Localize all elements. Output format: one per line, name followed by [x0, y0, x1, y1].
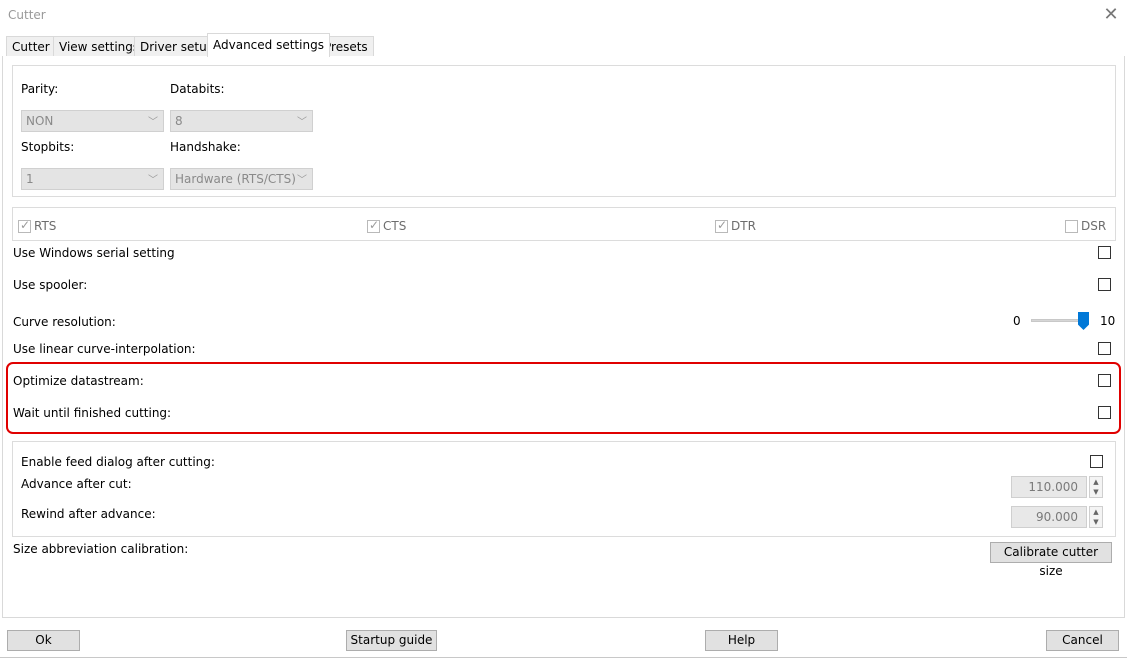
tab-advanced-settings[interactable]: Advanced settings — [207, 33, 330, 57]
advance-label: Advance after cut: — [21, 477, 132, 491]
enable-feed-checkbox[interactable] — [1090, 455, 1103, 468]
chevron-down-icon: ﹀ — [297, 175, 307, 186]
tab-view-settings[interactable]: View settings — [53, 36, 146, 57]
use-spooler-label: Use spooler: — [13, 278, 88, 292]
stopbits-select[interactable]: 1 ﹀ — [21, 168, 164, 190]
dsr-checkbox[interactable] — [1065, 220, 1078, 233]
wait-finished-label: Wait until finished cutting: — [13, 406, 172, 420]
cancel-button[interactable]: Cancel — [1046, 630, 1119, 651]
parity-label: Parity: — [21, 82, 59, 96]
cts-label: CTS — [383, 219, 407, 233]
rewind-label: Rewind after advance: — [21, 507, 156, 521]
rewind-stepper[interactable]: ▲ ▼ — [1089, 506, 1103, 528]
handshake-select[interactable]: Hardware (RTS/CTS) ﹀ — [170, 168, 313, 190]
stopbits-value: 1 — [26, 172, 34, 186]
handshake-label: Handshake: — [170, 140, 241, 154]
rts-checkbox[interactable] — [18, 218, 31, 233]
parity-value: NON — [26, 114, 54, 128]
title-bar — [0, 0, 1127, 31]
wait-finished-checkbox[interactable] — [1098, 406, 1111, 419]
advance-stepper[interactable]: ▲ ▼ — [1089, 476, 1103, 498]
chevron-down-icon: ﹀ — [297, 117, 307, 128]
dtr-checkbox[interactable] — [715, 218, 728, 233]
advance-input[interactable]: 110.000 — [1011, 476, 1087, 498]
help-button[interactable]: Help — [705, 630, 778, 651]
use-spooler-checkbox[interactable] — [1098, 278, 1111, 291]
highlight-annotation — [6, 362, 1121, 434]
chevron-up-icon[interactable]: ▲ — [1090, 507, 1102, 517]
use-windows-serial-checkbox[interactable] — [1098, 246, 1111, 259]
stopbits-label: Stopbits: — [21, 140, 75, 154]
databits-value: 8 — [175, 114, 183, 128]
use-windows-serial-label: Use Windows serial setting — [13, 246, 175, 260]
chevron-up-icon[interactable]: ▲ — [1090, 477, 1102, 487]
linear-interp-label: Use linear curve-interpolation: — [13, 342, 196, 356]
calibration-label: Size abbreviation calibration: — [13, 542, 189, 556]
databits-select[interactable]: 8 ﹀ — [170, 110, 313, 132]
optimize-label: Optimize datastream: — [13, 374, 144, 388]
chevron-down-icon[interactable]: ▼ — [1090, 517, 1102, 527]
startup-guide-button[interactable]: Startup guide — [346, 630, 437, 651]
curve-resolution-label: Curve resolution: — [13, 315, 116, 329]
handshake-value: Hardware (RTS/CTS) — [175, 172, 296, 186]
rts-label: RTS — [34, 219, 57, 233]
rewind-input[interactable]: 90.000 — [1011, 506, 1087, 528]
bottom-divider — [0, 657, 1127, 658]
chevron-down-icon[interactable]: ▼ — [1090, 487, 1102, 497]
curve-max-label: 10 — [1100, 314, 1116, 328]
curve-min-label: 0 — [1013, 314, 1021, 328]
chevron-down-icon: ﹀ — [148, 117, 158, 128]
dtr-label: DTR — [731, 219, 756, 233]
close-icon[interactable]: ✕ — [1100, 4, 1122, 26]
tab-cutter[interactable]: Cutter — [6, 36, 56, 57]
ok-button[interactable]: Ok — [7, 630, 80, 651]
cts-checkbox[interactable] — [367, 218, 380, 233]
linear-interp-checkbox[interactable] — [1098, 342, 1111, 355]
databits-label: Databits: — [170, 82, 225, 96]
calibrate-button[interactable]: Calibrate cutter size — [990, 542, 1112, 578]
dsr-label: DSR — [1081, 219, 1107, 233]
chevron-down-icon: ﹀ — [148, 175, 158, 186]
enable-feed-label: Enable feed dialog after cutting: — [21, 455, 215, 469]
optimize-checkbox[interactable] — [1098, 374, 1111, 387]
window-title: Cutter — [8, 8, 46, 22]
parity-select[interactable]: NON ﹀ — [21, 110, 164, 132]
control-lines-group — [12, 207, 1116, 241]
